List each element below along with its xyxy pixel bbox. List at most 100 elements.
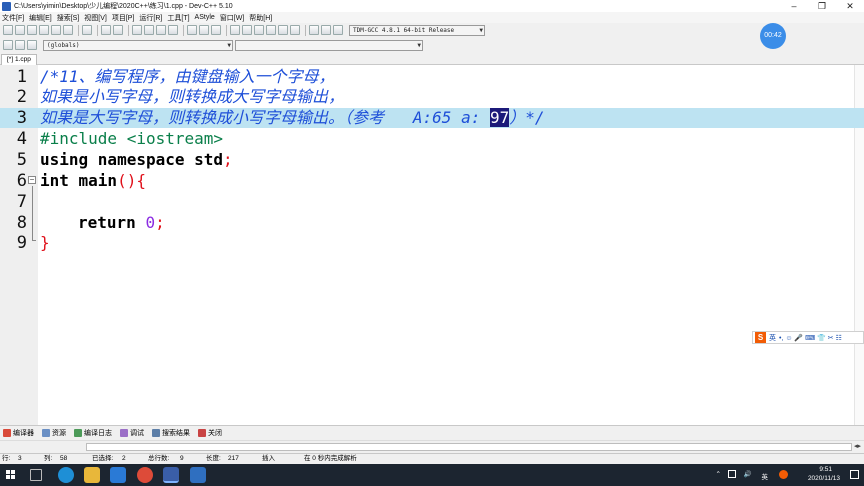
tab-resources[interactable]: 资源 [42, 428, 66, 438]
line-number: 4 [16, 129, 27, 149]
task-view-icon[interactable] [30, 469, 42, 481]
ime-toolbar[interactable]: S 英 •, ☺ 🎤 ⌨ 👕 ✂ ☷ [752, 331, 864, 344]
maximize-button[interactable]: ❐ [808, 0, 836, 12]
menu-help[interactable]: 帮助[H] [249, 13, 272, 23]
file-explorer-icon[interactable] [84, 467, 100, 483]
windows-start-icon[interactable] [6, 470, 16, 480]
class-browser-icon[interactable] [3, 40, 13, 50]
code-line-6[interactable]: 6 − int main(){ [0, 171, 864, 191]
bookmark-icon[interactable] [211, 25, 221, 35]
chrome-browser-icon[interactable] [137, 467, 153, 483]
mail-app-icon[interactable] [110, 467, 126, 483]
code-text: 如果是大写字母，则转换成小写字母输出。（参考 A:65 a: 97）*/ [40, 108, 545, 128]
stop-execution-icon[interactable] [290, 25, 300, 35]
menu-edit[interactable]: 编辑[E] [29, 13, 52, 23]
code-line-7[interactable]: 7 [0, 192, 864, 212]
menu-search[interactable]: 搜索[S] [57, 13, 80, 23]
menu-view[interactable]: 视图[V] [84, 13, 107, 23]
close-button[interactable]: ✕ [836, 0, 864, 12]
find-next-icon[interactable] [156, 25, 166, 35]
code-line-2[interactable]: 2 如果是小写字母，则转换成大写字母输出， [0, 87, 864, 107]
word-app-icon[interactable] [190, 467, 206, 483]
undo-icon[interactable] [101, 25, 111, 35]
window-title: C:\Users\yimin\Desktop\少儿编程\2020C++\练习\1… [14, 3, 233, 10]
symbol-text: ; [155, 213, 165, 232]
save-all-icon[interactable] [39, 25, 49, 35]
find-icon[interactable] [132, 25, 142, 35]
tab-close[interactable]: 关闭 [198, 428, 222, 438]
clock-date[interactable]: 2020/11/13 [808, 475, 840, 482]
line-number: 7 [16, 192, 27, 212]
menu-project[interactable]: 项目[P] [112, 13, 135, 23]
menu-file[interactable]: 文件[F] [2, 13, 24, 23]
ime-tool-icons[interactable]: •, ☺ 🎤 ⌨ 👕 ✂ ☷ [779, 334, 842, 342]
close-all-icon[interactable] [63, 25, 73, 35]
tray-language[interactable]: 英 [762, 471, 769, 481]
sogou-tray-icon[interactable] [779, 470, 788, 479]
replace-icon[interactable] [144, 25, 154, 35]
function-select[interactable]: ▼ [235, 39, 423, 51]
goto-line-icon[interactable] [168, 25, 178, 35]
check-syntax-icon[interactable] [278, 25, 288, 35]
profile-icon[interactable] [333, 25, 343, 35]
code-line-4[interactable]: 4 #include <iostream> [0, 129, 864, 149]
toolbar-separator [226, 24, 227, 36]
volume-icon[interactable]: 🔊 [744, 470, 752, 478]
code-editor[interactable]: 1 /*11、编写程序，由键盘输入一个字母， 2 如果是小写字母，则转换成大写字… [0, 65, 864, 425]
open-file-icon[interactable] [15, 25, 25, 35]
indent-right-icon[interactable] [199, 25, 209, 35]
code-line-5[interactable]: 5 using namespace std; [0, 150, 864, 170]
rebuild-icon[interactable] [266, 25, 276, 35]
tab-search-results[interactable]: 搜索结果 [152, 428, 190, 438]
menu-tools[interactable]: 工具[T] [167, 13, 189, 23]
code-line-3[interactable]: 3 如果是大写字母，则转换成小写字母输出。（参考 A:65 a: 97）*/ [0, 108, 864, 128]
chart-icon[interactable] [309, 25, 319, 35]
bottom-panel-tabs: 编译器 资源 编译日志 调试 搜索结果 关闭 [0, 425, 864, 440]
compile-run-icon[interactable] [254, 25, 264, 35]
menu-window[interactable]: 窗口[W] [220, 13, 245, 23]
code-line-9[interactable]: 9 } [0, 233, 864, 253]
debug-icon[interactable] [321, 25, 331, 35]
redo-icon[interactable] [113, 25, 123, 35]
code-line-1[interactable]: 1 /*11、编写程序，由键盘输入一个字母， [0, 67, 864, 87]
new-file-icon[interactable] [3, 25, 13, 35]
code-text: int main(){ [40, 171, 146, 191]
save-icon[interactable] [27, 25, 37, 35]
menu-astyle[interactable]: AStyle [195, 14, 215, 21]
total-lines-value: 9 [180, 455, 184, 462]
goto-declaration-icon[interactable] [15, 40, 25, 50]
indent-left-icon[interactable] [187, 25, 197, 35]
notification-icon[interactable] [850, 470, 859, 479]
devcpp-taskbar-icon[interactable] [163, 467, 179, 483]
goto-definition-icon[interactable] [27, 40, 37, 50]
symbol-text: (){ [117, 171, 146, 190]
length-label: 长度: [206, 455, 221, 462]
tab-compiler[interactable]: 编译器 [3, 428, 34, 438]
menu-run[interactable]: 运行[R] [139, 13, 162, 23]
status-bar: 行: 3 列: 58 已选择: 2 总行数: 9 长度: 217 插入 在 0 … [0, 453, 864, 464]
tab-compile-log[interactable]: 编译日志 [74, 428, 112, 438]
fold-collapse-icon[interactable]: − [28, 176, 36, 184]
run-icon[interactable] [242, 25, 252, 35]
clock-time[interactable]: 9:51 [819, 466, 832, 473]
chevron-down-icon: ▼ [227, 41, 231, 49]
scope-select[interactable]: (globals) ▼ [43, 39, 233, 51]
print-icon[interactable] [82, 25, 92, 35]
code-line-8[interactable]: 8 return 0; [0, 213, 864, 233]
edge-browser-icon[interactable] [58, 467, 74, 483]
horizontal-scrollbar[interactable]: ◂▸ [0, 440, 864, 452]
tab-1-cpp[interactable]: [*] 1.cpp [1, 54, 37, 65]
tray-overflow-icon[interactable]: ⌃ [716, 470, 721, 478]
scroll-arrow-icon[interactable]: ◂▸ [854, 442, 861, 450]
tab-debug[interactable]: 调试 [120, 428, 144, 438]
minimize-button[interactable]: – [780, 0, 808, 12]
ime-language-toggle[interactable]: 英 [769, 333, 776, 343]
compiler-select[interactable]: TDM-GCC 4.8.1 64-bit Release ▼ [349, 24, 485, 36]
network-icon[interactable] [728, 470, 736, 478]
close-file-icon[interactable] [51, 25, 61, 35]
toolbar-separator [128, 24, 129, 36]
compile-icon[interactable] [230, 25, 240, 35]
code-text: /*11、编写程序，由键盘输入一个字母， [40, 67, 335, 86]
insert-mode: 插入 [262, 455, 275, 462]
scroll-track[interactable] [86, 443, 852, 451]
